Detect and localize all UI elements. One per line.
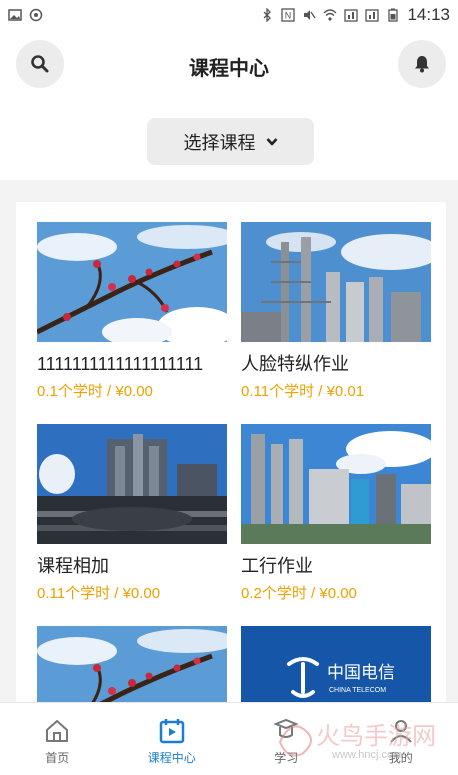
signal-2-icon [365, 9, 380, 22]
status-left [8, 8, 43, 22]
course-thumbnail-china-telecom: 中国电信 CHINA TELECOM [241, 626, 431, 712]
course-thumbnail-refinery-pipes [37, 424, 227, 544]
course-title: 人脸特纵作业 [241, 354, 349, 374]
course-grid: 1111111111111111111 0.1个学时 / ¥0.00 人脸特纵作… [16, 202, 446, 712]
course-card[interactable]: 工行作业 0.2个学时 / ¥0.00 [241, 424, 431, 604]
course-title: 课程相加 [37, 556, 109, 576]
nav-label-course-center: 课程中心 [147, 751, 196, 765]
status-right: N 14:13 [260, 5, 450, 25]
course-meta: 0.2个学时 / ¥0.00 [241, 585, 357, 602]
telecom-logo-subtext: CHINA TELECOM [329, 687, 386, 694]
course-thumbnail-industrial-towers [241, 222, 431, 342]
course-card[interactable]: 1111111111111111111 0.1个学时 / ¥0.00 [37, 222, 227, 402]
chevron-down-icon [266, 137, 277, 145]
china-telecom-logo: 中国电信 CHINA TELECOM [287, 657, 395, 698]
watermark-logo: 火鸟手游网 www.hncj.com [278, 722, 436, 761]
wifi-icon [323, 9, 337, 21]
nav-item-home[interactable]: 首页 [0, 703, 115, 775]
bell-icon [415, 56, 429, 73]
course-thumbnail-plum-blossom [37, 222, 227, 342]
course-thumbnail-plum-blossom [37, 626, 227, 712]
nav-label-home: 首页 [45, 751, 70, 765]
course-card[interactable]: 中国电信 CHINA TELECOM [241, 626, 431, 712]
signal-1-icon [344, 9, 359, 22]
course-title: 工行作业 [241, 556, 313, 576]
home-icon [46, 720, 69, 742]
select-course-label: 选择课程 [183, 132, 256, 153]
course-meta: 0.1个学时 / ¥0.00 [37, 383, 153, 400]
page-title: 课程中心 [189, 58, 269, 80]
course-meta: 0.11个学时 / ¥0.00 [37, 585, 161, 602]
nav-item-course-center[interactable]: 课程中心 [115, 703, 230, 775]
battery-icon [388, 8, 399, 22]
watermark-url: www.hncj.com [331, 749, 402, 761]
sync-icon [29, 8, 43, 22]
select-course-button[interactable]: 选择课程 [147, 118, 314, 165]
course-title: 1111111111111111111 [37, 354, 204, 374]
nfc-icon: N [281, 8, 296, 22]
course-card[interactable]: 人脸特纵作业 0.11个学时 / ¥0.01 [241, 222, 431, 402]
telecom-logo-text: 中国电信 [327, 663, 395, 683]
course-meta: 0.11个学时 / ¥0.01 [241, 383, 365, 400]
header: 课程中心 选择课程 [0, 30, 458, 180]
status-time: 14:13 [407, 5, 450, 24]
watermark-text: 火鸟手游网 [316, 722, 436, 750]
course-card[interactable]: 课程相加 0.11个学时 / ¥0.00 [37, 424, 227, 604]
course-card[interactable] [37, 626, 227, 712]
svg-text:N: N [285, 11, 292, 21]
image-icon [8, 9, 22, 21]
mute-icon [304, 10, 316, 20]
calendar-play-icon [159, 719, 184, 744]
status-bar: N 14:13 [0, 0, 458, 30]
bluetooth-icon [263, 8, 272, 22]
course-thumbnail-smokestacks-plant [241, 424, 431, 544]
notification-button[interactable] [398, 40, 446, 88]
